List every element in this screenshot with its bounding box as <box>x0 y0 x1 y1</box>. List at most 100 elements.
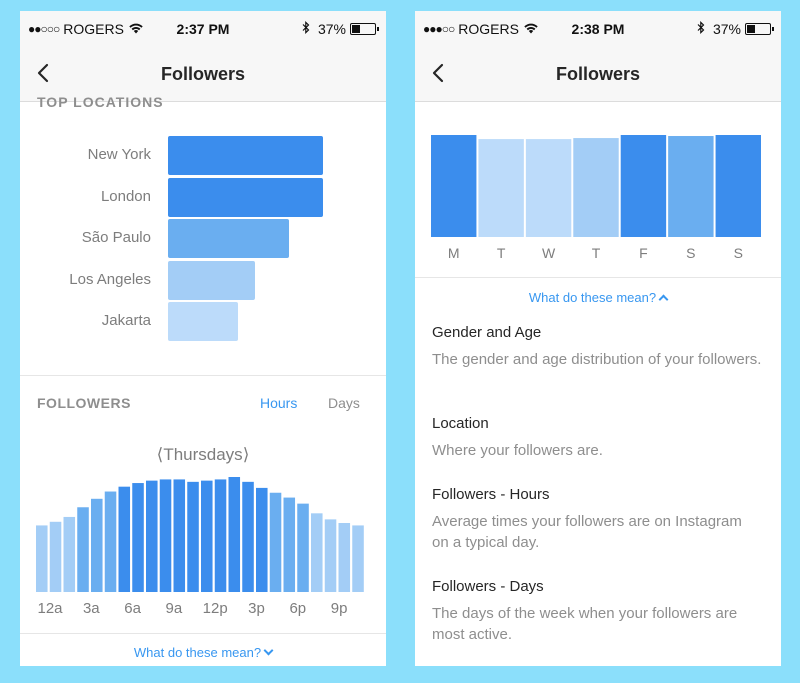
location-label: Los Angeles <box>69 270 151 288</box>
day-bar <box>715 135 761 237</box>
location-row: New York <box>20 136 386 175</box>
hour-bar <box>242 481 254 592</box>
day-tick-label: W <box>541 245 556 261</box>
hour-bar <box>297 503 309 592</box>
definition-followers-days: Followers - Days The days of the week wh… <box>432 578 762 645</box>
day-tick-label: F <box>639 245 648 261</box>
day-bar <box>573 138 619 237</box>
nav-bar: Followers <box>415 47 781 102</box>
day-bar <box>620 135 667 237</box>
hour-tick-label: 3p <box>248 600 265 617</box>
day-axis-labels: MTWTFSS <box>431 245 763 265</box>
bluetooth-icon <box>302 20 310 37</box>
hour-bar <box>146 480 158 592</box>
definition-text: The days of the week when your followers… <box>432 605 738 643</box>
hour-bar <box>159 479 172 592</box>
definition-text: Where your followers are. <box>432 442 603 459</box>
location-bar <box>168 177 323 217</box>
location-row: Jakarta <box>20 302 386 341</box>
tab-hours[interactable]: Hours <box>260 395 297 411</box>
definition-text: Average times your followers are on Inst… <box>432 513 742 551</box>
page-title: Followers <box>555 64 640 84</box>
hour-tick-label: 6a <box>124 600 141 617</box>
location-bar <box>168 302 238 341</box>
hour-bar <box>36 525 48 592</box>
hour-bar <box>104 491 117 592</box>
definition-title: Followers - Hours <box>432 486 550 503</box>
location-row: London <box>20 177 386 217</box>
chevron-up-icon <box>658 294 669 305</box>
status-bar: ●●○○○ ROGERS 2:37 PM 37% <box>20 11 386 47</box>
hour-tick-label: 3a <box>82 600 100 617</box>
selected-day: Thursdays <box>163 445 243 464</box>
hour-axis-labels: 12a 3a 6a 9a 12p 3p 6p 9p <box>30 600 370 620</box>
hour-bar <box>173 479 186 592</box>
location-bar <box>168 219 289 258</box>
location-label: New York <box>87 146 151 163</box>
next-day-icon[interactable]: ⟩ <box>243 445 250 464</box>
followers-heading: FOLLOWERS <box>37 395 131 411</box>
divider <box>20 633 386 634</box>
hour-bar <box>338 523 351 592</box>
location-label: São Paulo <box>81 229 151 246</box>
link-label: What do these mean? <box>528 290 657 305</box>
left-screen: ●●○○○ ROGERS 2:37 PM 37% Followers TOP L… <box>20 11 386 666</box>
definition-followers-hours: Followers - Hours Average times your fol… <box>432 486 762 553</box>
day-tick-label: T <box>591 245 601 261</box>
hour-bar <box>352 525 364 592</box>
hour-tick-label: 12p <box>202 600 228 617</box>
day-tick-label: T <box>496 245 506 261</box>
hour-bar <box>214 479 227 592</box>
hour-bar <box>118 486 131 592</box>
hour-bar <box>283 497 296 592</box>
day-tick-label: M <box>447 245 460 261</box>
day-tick-label: S <box>686 245 696 261</box>
battery-percent: 37% <box>712 21 741 37</box>
right-content: M T W T F S S What do these mean? Gender and A… <box>415 102 781 666</box>
hour-bar <box>49 521 62 592</box>
daily-followers-chart <box>431 135 761 237</box>
location-label: Jakarta <box>101 312 151 329</box>
location-label: London <box>100 187 151 205</box>
what-do-these-mean-link[interactable]: What do these mean? <box>415 290 781 305</box>
page-title: Followers <box>160 64 245 84</box>
hour-bar <box>311 513 323 592</box>
bluetooth-icon <box>697 20 705 37</box>
hour-bar <box>132 483 144 592</box>
hour-bar <box>269 492 282 592</box>
hour-bar <box>228 477 241 592</box>
definition-gender-age: Gender and Age The gender and age distri… <box>432 324 762 370</box>
definition-text: The gender and age distribution of your … <box>432 351 762 368</box>
divider <box>20 375 386 376</box>
battery-percent: 37% <box>317 21 346 37</box>
day-bar <box>431 135 477 237</box>
hour-bar <box>201 480 213 592</box>
status-right: 37% <box>697 20 774 37</box>
location-bar <box>168 260 255 300</box>
definition-title: Location <box>432 415 489 432</box>
day-bar <box>525 139 572 237</box>
status-right: 37% <box>302 20 379 37</box>
hour-bar <box>77 507 89 592</box>
hour-bar <box>324 519 337 592</box>
location-row: Los Angeles <box>20 260 386 300</box>
hour-tick-label: 6p <box>289 600 307 617</box>
hourly-followers-chart <box>36 477 364 592</box>
hour-tick-label: 9a <box>165 600 183 617</box>
hour-tick-label: 9p <box>330 600 348 617</box>
definition-title: Followers - Days <box>432 578 544 595</box>
tab-days[interactable]: Days <box>328 395 360 411</box>
battery-icon <box>350 23 379 35</box>
definition-location: Location Where your followers are. <box>432 415 762 461</box>
top-locations-heading: TOP LOCATIONS <box>37 94 164 110</box>
link-label: What do these mean? <box>133 645 262 660</box>
definition-title: Gender and Age <box>432 324 542 341</box>
location-bar <box>168 136 323 175</box>
day-tick-label: S <box>733 245 743 261</box>
battery-icon <box>745 23 774 35</box>
day-picker: ⟨Thursdays⟩ <box>20 445 386 465</box>
what-do-these-mean-link[interactable]: What do these mean? <box>20 645 386 660</box>
hour-bar <box>256 487 268 592</box>
right-screen: ●●●○○ ROGERS 2:38 PM 37% Followers M T W T F… <box>415 11 781 666</box>
location-row: São Paulo <box>20 219 386 258</box>
